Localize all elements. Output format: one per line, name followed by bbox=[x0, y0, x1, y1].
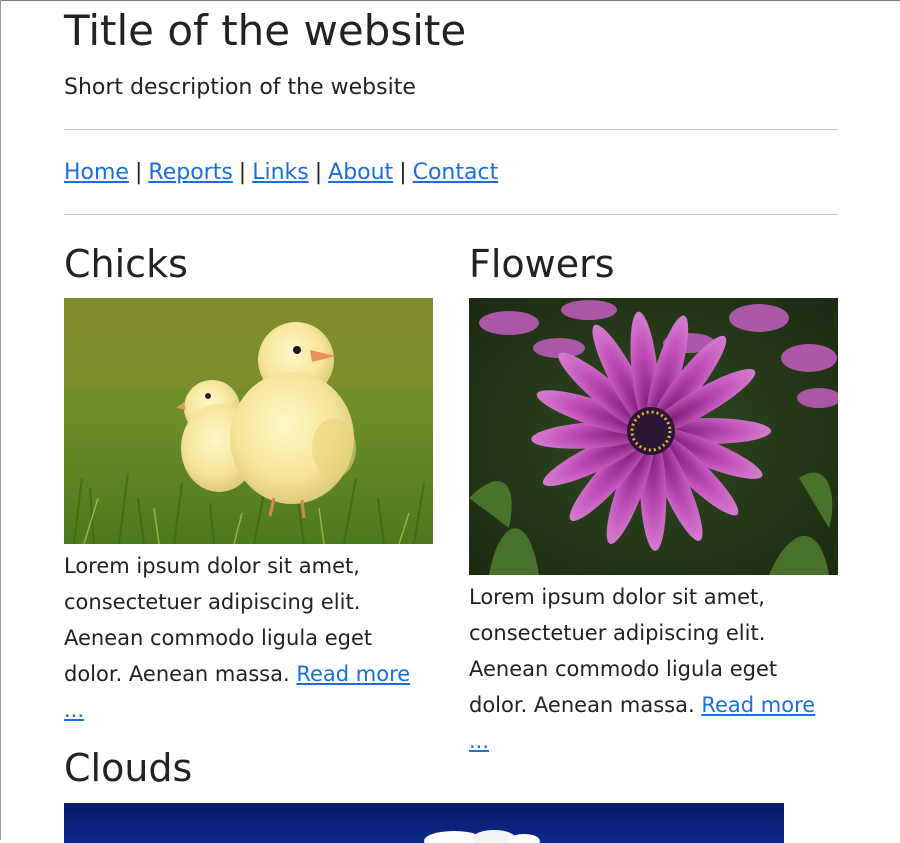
card-text: Lorem ipsum dolor sit amet, consectetuer… bbox=[64, 548, 433, 728]
nav-link-about[interactable]: About bbox=[328, 160, 393, 185]
nav-link-reports[interactable]: Reports bbox=[148, 160, 232, 185]
nav-link-links[interactable]: Links bbox=[252, 160, 309, 185]
card-flowers: Flowers Lorem ipsum dolor sit amet, cons… bbox=[469, 240, 838, 759]
card-title: Chicks bbox=[64, 242, 188, 286]
site-description: Short description of the website bbox=[64, 75, 416, 100]
header-divider bbox=[64, 129, 838, 130]
site-title: Title of the website bbox=[64, 6, 467, 55]
flowers-image bbox=[469, 298, 838, 575]
nav-link-home[interactable]: Home bbox=[64, 160, 129, 185]
nav-separator: | bbox=[314, 160, 323, 185]
window-left-border bbox=[0, 0, 1, 840]
card-chicks: Chicks Lorem ipsum dolor sit amet, conse… bbox=[64, 240, 433, 728]
card-title: Clouds bbox=[64, 746, 193, 790]
nav-separator: | bbox=[238, 160, 247, 185]
card-text: Lorem ipsum dolor sit amet, consectetuer… bbox=[469, 579, 838, 759]
nav-separator: | bbox=[399, 160, 407, 185]
clouds-image bbox=[64, 803, 784, 843]
nav-separator: | bbox=[134, 160, 143, 185]
window-top-border bbox=[0, 0, 900, 1]
nav-link-contact[interactable]: Contact bbox=[413, 160, 499, 185]
main-nav: Home | Reports | Links | About | Contact bbox=[64, 156, 498, 190]
nav-divider bbox=[64, 214, 838, 215]
card-title: Flowers bbox=[469, 242, 615, 286]
chicks-image bbox=[64, 298, 433, 544]
